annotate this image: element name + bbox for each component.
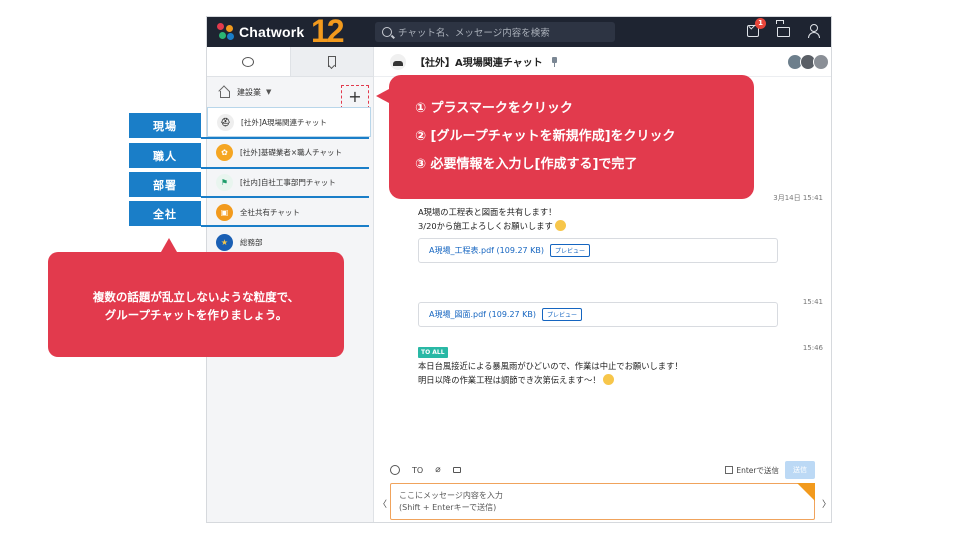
- room-item-site-a[interactable]: ⛑ [社外]A現場関連チャット: [207, 107, 371, 137]
- step-3: ③ 必要情報を入力し[作成する]で完了: [415, 157, 638, 172]
- smile-emoji-icon: [602, 374, 614, 385]
- paperclip-icon[interactable]: ⌀: [435, 465, 440, 475]
- room-item-craftsmen[interactable]: ✿ [社外]基礎業者×職人チャット: [207, 137, 373, 167]
- message-time: 3月14日 15:41: [773, 194, 823, 202]
- room-item-department[interactable]: ⚑ [社内]自社工事部門チャット: [207, 167, 373, 197]
- search-placeholder: チャット名、メッセージ内容を検索: [398, 28, 550, 39]
- room-item-company[interactable]: ▣ 全社共有チャット: [207, 197, 373, 227]
- tab-chats[interactable]: [207, 47, 290, 76]
- enter-send-label: Enterで送信: [736, 465, 779, 475]
- expand-right-icon[interactable]: 〉: [822, 497, 831, 510]
- steps-callout: ① プラスマークをクリック ② [グループチャットを新規作成]をクリック ③ 必…: [376, 75, 754, 199]
- preview-button[interactable]: プレビュー: [542, 308, 583, 321]
- input-placeholder-hint: (Shift + Enterキーで送信): [399, 503, 497, 512]
- emoji-icon[interactable]: [390, 465, 400, 475]
- enter-send-checkbox[interactable]: [725, 466, 734, 474]
- file-name: A現場_工程表.pdf (109.27 KB): [429, 246, 545, 255]
- message-body: 本日台風接近による暴風雨がひどいので、作業は中止でお願いします！ 明日以降の作業…: [418, 359, 683, 387]
- tag-busho: 部署: [129, 172, 201, 197]
- caret-down-icon: ▼: [266, 88, 272, 96]
- input-placeholder: ここにメッセージ内容を入力: [399, 491, 503, 500]
- add-chat-button[interactable]: +: [341, 85, 369, 109]
- message-line: 明日以降の作業工程は調節でき次第伝えます〜！: [418, 375, 601, 385]
- room-label: [社外]A現場関連チャット: [241, 117, 327, 127]
- tip-line-2: グループチャットを作りましょう。: [104, 308, 288, 322]
- room-label: [社内]自社工事部門チャット: [240, 177, 336, 187]
- avatar: [813, 54, 829, 70]
- pin-icon[interactable]: [551, 56, 557, 67]
- top-icons: 1: [747, 18, 823, 39]
- tag-underline: [201, 196, 369, 198]
- bookmark-icon: [327, 56, 336, 67]
- contacts-button[interactable]: [807, 23, 823, 39]
- file-attachment[interactable]: A現場_工程表.pdf (109.27 KB) プレビュー: [418, 238, 778, 263]
- tip-callout: 複数の話題が乱立しないような粒度で、 グループチャットを作りましょう。: [48, 238, 344, 357]
- tag-underline: [201, 167, 369, 169]
- sidebar-tabs: [207, 47, 373, 77]
- video-call-icon[interactable]: [452, 467, 461, 473]
- anniversary-number: 12: [311, 16, 345, 49]
- top-bar: Chatwork 12 チャット名、メッセージ内容を検索 1: [207, 16, 831, 49]
- file-button[interactable]: [777, 23, 793, 39]
- tag-genba: 現場: [129, 113, 201, 138]
- message-time: 15:46: [802, 344, 823, 352]
- collapse-left-icon[interactable]: 〈: [378, 497, 387, 510]
- blue-star-avatar-icon: ★: [216, 233, 233, 251]
- step-1: ① プラスマークをクリック: [415, 101, 573, 116]
- orange-avatar-icon: ✿: [216, 143, 233, 161]
- message-line: 3/20から施工よろしくお願いします: [418, 221, 553, 231]
- plus-icon: +: [348, 87, 362, 106]
- user-icon: [807, 24, 821, 38]
- to-button[interactable]: TO: [412, 466, 423, 475]
- brand-name: Chatwork: [239, 24, 305, 40]
- step-2: ② [グループチャットを新規作成]をクリック: [415, 129, 676, 144]
- anniversary-corner-icon: [797, 483, 815, 501]
- helmet-avatar-icon: ⛑: [217, 113, 234, 131]
- search-icon: [382, 27, 392, 37]
- to-all-badge: TO ALL: [418, 347, 448, 358]
- composer-toolbar: TO ⌀ Enterで送信 送信: [390, 461, 815, 479]
- room-avatar: [390, 53, 406, 70]
- enter-to-send-option[interactable]: Enterで送信 送信: [725, 461, 815, 479]
- preview-button[interactable]: プレビュー: [550, 244, 591, 257]
- task-count-badge: 1: [755, 18, 766, 29]
- chatwork-logo[interactable]: Chatwork: [217, 23, 304, 41]
- tag-shokunin: 職人: [129, 143, 201, 168]
- filter-label: 建設業: [237, 87, 261, 97]
- chatwork-logo-icon: [217, 23, 235, 41]
- room-label: 全社共有チャット: [240, 207, 300, 217]
- tip-line-1: 複数の話題が乱立しないような粒度で、: [92, 290, 300, 304]
- message-time: 15:41: [802, 298, 823, 306]
- message-line: A現場の工程表と図面を共有します！: [418, 207, 557, 217]
- room-label: 総務部: [240, 237, 263, 247]
- search-input[interactable]: チャット名、メッセージ内容を検索: [375, 22, 615, 42]
- message-body: A現場の工程表と図面を共有します！ 3/20から施工よろしくお願いします: [418, 205, 566, 233]
- file-attachment[interactable]: A現場_図面.pdf (109.27 KB) プレビュー: [418, 302, 778, 327]
- send-button[interactable]: 送信: [785, 461, 815, 479]
- member-avatars[interactable]: [787, 54, 829, 70]
- room-header: 【社外】A現場関連チャット: [374, 47, 831, 77]
- tag-underline: [201, 137, 369, 139]
- orange-box-avatar-icon: ▣: [216, 203, 233, 221]
- chat-bubble-icon: [242, 56, 255, 67]
- message-line: 本日台風接近による暴風雨がひどいので、作業は中止でお願いします！: [418, 361, 683, 371]
- message-input[interactable]: ここにメッセージ内容を入力 (Shift + Enterキーで送信): [390, 483, 815, 520]
- task-button[interactable]: 1: [747, 18, 766, 39]
- tab-bookmarks[interactable]: [289, 47, 373, 76]
- tag-zensha: 全社: [129, 201, 201, 226]
- file-name: A現場_図面.pdf (109.27 KB): [429, 310, 537, 319]
- folder-icon: [777, 27, 790, 37]
- room-title: 【社外】A現場関連チャット: [415, 58, 543, 69]
- tag-underline: [201, 225, 369, 227]
- smile-emoji-icon: [554, 220, 566, 231]
- home-icon: [219, 87, 230, 98]
- green-flag-avatar-icon: ⚑: [216, 173, 233, 191]
- room-label: [社外]基礎業者×職人チャット: [240, 147, 343, 157]
